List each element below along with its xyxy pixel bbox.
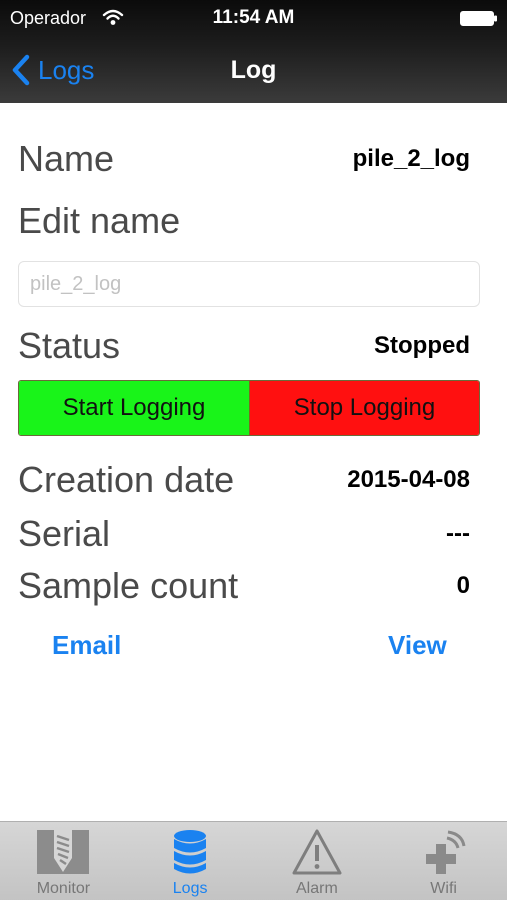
wifi-plus-icon [425,830,466,874]
creation-date-value: 2015-04-08 [347,466,470,493]
sample-count-value: 0 [456,572,470,599]
warning-icon [292,829,342,875]
name-row: Name pile_2_log [18,138,470,180]
serial-label: Serial [18,513,111,554]
tab-logs[interactable]: Logs [127,822,254,900]
tab-alarm-label: Alarm [295,880,338,897]
battery-icon [460,11,497,26]
edit-name-label: Edit name [18,200,181,241]
serial-value: --- [446,520,470,547]
stop-logging-button[interactable]: Stop Logging [250,381,479,435]
tab-bar: Monitor Logs Alarm Wifi [0,821,507,900]
name-label: Name [18,138,115,179]
log-detail-screen: Operador 11:54 AM Logs Log Name pile_2_l… [0,0,507,900]
creation-date-label: Creation date [18,459,235,500]
tab-monitor-label: Monitor [36,880,91,897]
tab-logs-label: Logs [172,880,208,897]
sample-count-label: Sample count [18,565,239,606]
header: Operador 11:54 AM Logs Log [0,0,507,103]
status-label: Status [18,325,121,366]
edit-name-input[interactable] [18,261,480,307]
clock: 11:54 AM [212,7,295,28]
serial-row: Serial --- [18,513,470,555]
navigation-bar: Logs Log [0,36,507,103]
status-row: Status Stopped [18,325,470,367]
database-icon [174,830,207,874]
tab-wifi[interactable]: Wifi [380,822,507,900]
creation-date-row: Creation date 2015-04-08 [18,459,470,501]
tab-alarm[interactable]: Alarm [254,822,381,900]
view-button[interactable]: View [388,630,447,661]
email-button[interactable]: Email [52,630,121,661]
page-title: Log [230,56,277,84]
status-bar: Operador 11:54 AM [0,0,507,36]
status-value: Stopped [374,332,470,359]
tab-monitor[interactable]: Monitor [0,822,127,900]
monitor-icon [37,830,90,874]
sample-count-row: Sample count 0 [18,565,470,607]
start-logging-button[interactable]: Start Logging [19,381,250,435]
logging-controls: Start Logging Stop Logging [18,380,480,436]
name-value: pile_2_log [352,145,470,172]
tab-wifi-label: Wifi [430,880,457,897]
